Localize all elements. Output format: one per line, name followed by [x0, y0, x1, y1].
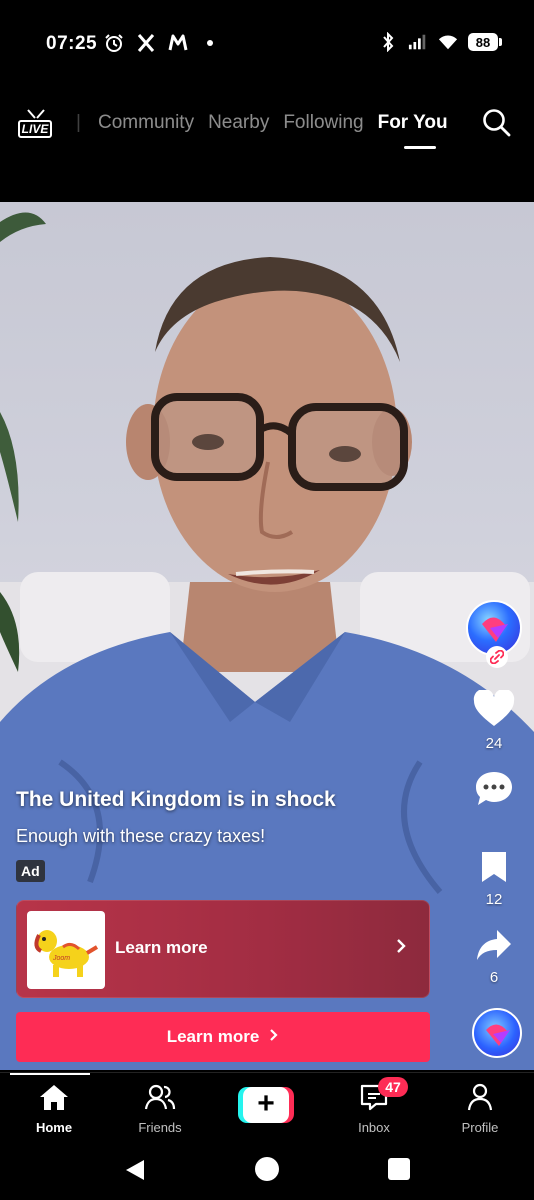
nav-inbox-label: Inbox	[358, 1120, 390, 1135]
bottom-nav: Home Friends + 47 Inbox Profile	[0, 1072, 534, 1138]
battery-indicator: 88	[468, 33, 502, 51]
ad-thumbnail: Joom	[27, 911, 105, 989]
chevron-right-icon	[269, 1027, 279, 1047]
ad-card[interactable]: Joom Learn more	[16, 900, 430, 998]
top-nav: LIVE | Community Nearby Following For Yo…	[0, 88, 534, 202]
like-count: 24	[485, 735, 503, 752]
share-button[interactable]: 6	[464, 928, 524, 986]
ad-badge: Ad	[16, 860, 45, 882]
status-bar: 07:25 88	[0, 0, 534, 88]
nav-friends[interactable]: Friends	[120, 1083, 200, 1135]
search-icon	[483, 109, 511, 137]
nav-profile[interactable]: Profile	[440, 1083, 520, 1135]
plus-icon: +	[243, 1087, 289, 1123]
home-icon	[40, 1085, 68, 1110]
status-time: 07:25	[46, 33, 98, 54]
active-tab-indicator	[404, 146, 436, 149]
bookmark-button[interactable]: 12	[464, 850, 524, 908]
bookmark-icon	[482, 852, 506, 882]
tab-community[interactable]: Community	[98, 112, 194, 134]
m-icon	[168, 33, 188, 53]
learn-more-label: Learn more	[166, 1027, 260, 1046]
home-circle-icon[interactable]	[255, 1157, 279, 1181]
friends-icon	[144, 1084, 176, 1110]
alarm-icon	[104, 33, 124, 53]
toy-label: Joom	[53, 955, 71, 962]
tab-for-you[interactable]: For You	[378, 112, 448, 134]
share-arrow-icon	[477, 930, 511, 960]
link-icon	[486, 646, 508, 668]
music-disc-avatar[interactable]	[472, 1008, 522, 1058]
tab-nearby[interactable]: Nearby	[208, 112, 269, 134]
system-nav-bar	[0, 1138, 534, 1200]
ad-card-label: Learn more	[115, 938, 208, 957]
avatar[interactable]	[466, 600, 522, 668]
nav-inbox[interactable]: 47 Inbox	[334, 1077, 414, 1135]
tab-partial[interactable]: |	[76, 112, 84, 134]
bluetooth-icon	[378, 32, 398, 52]
tab-following[interactable]: Following	[283, 112, 363, 134]
status-notification-icons	[104, 33, 220, 53]
nav-home-label: Home	[35, 1120, 73, 1135]
video-caption-title: The United Kingdom is in shock	[16, 788, 336, 811]
dot-icon	[200, 33, 220, 53]
brand-logo-icon	[486, 1024, 510, 1046]
chevron-right-icon	[395, 937, 407, 960]
create-button[interactable]: +	[238, 1087, 294, 1123]
nav-home[interactable]: Home	[14, 1083, 94, 1135]
nav-friends-label: Friends	[138, 1120, 182, 1135]
share-count: 6	[489, 969, 499, 986]
heart-icon	[473, 688, 515, 726]
bottom-nav-indicator	[10, 1073, 90, 1075]
live-button[interactable]: LIVE	[18, 108, 56, 142]
action-rail: 24 12 6	[464, 600, 524, 1070]
like-button[interactable]: 24	[464, 688, 524, 752]
x-icon	[136, 33, 156, 53]
search-button[interactable]	[482, 108, 512, 138]
status-system-icons: 88	[378, 32, 502, 52]
signal-icon	[408, 32, 428, 52]
battery-level: 88	[468, 33, 498, 51]
feed-tabs: | Community Nearby Following For You	[76, 112, 448, 134]
video-caption-text: Enough with these crazy taxes!	[16, 826, 266, 846]
profile-icon	[467, 1083, 493, 1111]
creator-avatar[interactable]	[464, 600, 524, 668]
learn-more-button[interactable]: Learn more	[16, 1012, 430, 1062]
back-triangle-icon[interactable]	[124, 1158, 146, 1182]
nav-profile-label: Profile	[461, 1120, 499, 1135]
comment-icon	[476, 772, 512, 805]
bookmark-count: 12	[485, 891, 503, 908]
inbox-badge: 47	[378, 1077, 408, 1097]
recents-square-icon[interactable]	[388, 1158, 410, 1180]
wifi-icon	[438, 32, 458, 52]
toy-dog-image	[34, 930, 99, 977]
comment-button[interactable]	[464, 770, 524, 813]
live-label: LIVE	[18, 120, 52, 138]
